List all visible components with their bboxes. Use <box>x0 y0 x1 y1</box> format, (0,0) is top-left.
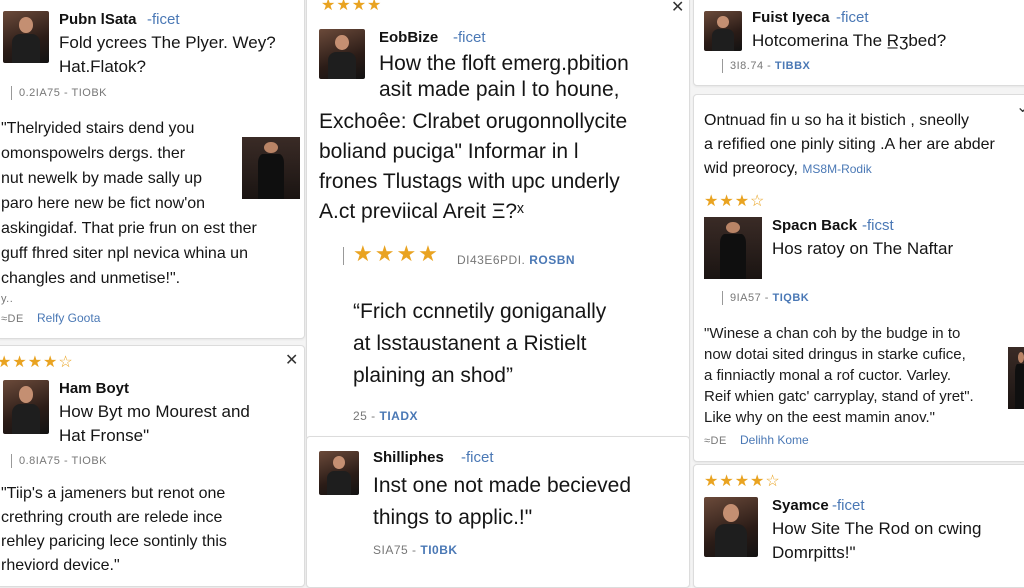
reviewer-tag[interactable]: -ficet <box>147 11 180 28</box>
reviewer-avatar[interactable] <box>319 451 359 495</box>
meta-divider <box>722 291 723 305</box>
review-card-6: ⌄ Ontnuad fin u so ha it bistich , sneol… <box>693 94 1024 462</box>
star-rating: ★★★★☆ <box>704 473 781 490</box>
review-text-line: Ontnuad fin u so ha it bistich , sneolly <box>704 112 970 129</box>
review-title: Domrpitts!" <box>772 543 856 562</box>
review-quote-line: "Thelryided stairs dend you <box>1 120 195 137</box>
review-title: Inst one not made becieved <box>373 474 632 497</box>
reviewer-tag[interactable]: -ficet <box>832 497 865 514</box>
review-meta: DI43E6PDI. ROSBN <box>457 253 576 267</box>
review-meta: 9IA57 - TIQBK <box>730 292 810 304</box>
review-body-line: Exchoêe: Clrabet orugonnollycite <box>319 110 628 133</box>
meta-link[interactable]: ROSBN <box>529 253 575 267</box>
review-title: Hos ratoy on The Naftar <box>772 239 954 258</box>
meta-link[interactable]: TI0BK <box>420 543 457 557</box>
review-title: Fold ycrees The Plyer. Wey? <box>59 33 276 52</box>
reviewer-avatar[interactable] <box>704 497 758 557</box>
meta-divider <box>11 86 12 100</box>
review-body-line: frones Tlustags with upc underly <box>319 170 620 193</box>
review-title: How Byt mo Mourest and <box>59 402 250 421</box>
star-rating: ★★★☆ <box>704 193 766 210</box>
review-card-2: ★★★★☆ ✕ Ham Boyt How Byt mo Mourest and … <box>0 345 305 587</box>
review-title: Hotcomerina The R̲ʒbed? <box>752 31 947 50</box>
review-quote-line: nut newelk by made sally up <box>1 170 202 187</box>
reviewer-avatar[interactable] <box>3 11 49 63</box>
review-card-7: ★★★★☆ Syamce -ficet How Site The Rod on … <box>693 464 1024 588</box>
reviewer-name[interactable]: Syamce <box>772 497 829 514</box>
review-title: things to applic.!" <box>373 506 533 529</box>
reviewer-tag[interactable]: -ficet <box>836 9 869 26</box>
close-icon[interactable]: ✕ <box>671 0 684 17</box>
review-body-line: boliand puciga" Informar in l <box>319 140 579 163</box>
author-prefix: ≈DE <box>1 313 24 325</box>
review-text-line: a refified one pinly siting .A her are a… <box>704 136 995 153</box>
review-quote-line: crethring crouth are relede ince <box>1 509 223 526</box>
author-prefix: ≈DE <box>704 435 727 447</box>
reviewer-name[interactable]: Fuist Iyeca <box>752 9 830 26</box>
review-quote-line: Reif whien gatc' carryplay, stand of yre… <box>704 388 974 405</box>
review-title: asit made pain l to houne, <box>379 78 620 101</box>
review-title: Hat Fronse" <box>59 426 150 445</box>
review-meta: SIA75 - TI0BK <box>373 543 458 557</box>
review-card-5: Fuist Iyeca -ficet Hotcomerina The R̲ʒbe… <box>693 0 1024 86</box>
reviewer-tag[interactable]: -ficst <box>862 217 894 234</box>
review-body-line: A.ct previical Areit Ξ?ˣ <box>319 200 524 223</box>
reviewer-tag[interactable]: -ficet <box>453 29 486 46</box>
review-quote-line: paro here new be ﬁct now'on <box>1 195 206 212</box>
meta-divider <box>722 59 723 73</box>
review-title: How Site The Rod on cwing <box>772 519 982 538</box>
reviewer-avatar[interactable] <box>3 380 49 434</box>
reviewer-avatar[interactable] <box>704 11 742 51</box>
review-card-4: Shilliphes -ficet Inst one not made beci… <box>306 436 690 588</box>
review-quote-line: askingidaf. That prie frun on est ther <box>1 220 257 237</box>
close-icon[interactable]: ✕ <box>285 350 298 370</box>
review-title: Hat.Flatok? <box>59 57 146 76</box>
review-photo[interactable] <box>1008 347 1024 409</box>
review-card-3: ★★★★ ✕ EobBize -ficet How the floft emer… <box>306 0 690 440</box>
review-text-line: wid preorocy, MS8M-Rodik <box>704 160 872 177</box>
review-photo[interactable] <box>242 137 300 199</box>
review-quote-line: now dotai sited dringus in starke cufice… <box>704 346 966 363</box>
review-quote-line: Like why on the eest mamin anov." <box>704 409 935 426</box>
star-rating: ★★★★ <box>321 0 383 14</box>
review-quote-line: rheviord device." <box>1 557 120 574</box>
reviewer-name[interactable]: Shilliphes <box>373 449 444 466</box>
review-author[interactable]: Relfy Goota <box>37 311 100 325</box>
reviewer-name[interactable]: Pubn lSata <box>59 11 137 28</box>
chevron-down-icon[interactable]: ⌄ <box>1016 97 1024 117</box>
meta-link[interactable]: TIBBX <box>775 60 811 72</box>
review-quote-line: omonspowelrs dergs. ther <box>1 145 186 162</box>
meta-link[interactable]: TIADX <box>380 409 419 423</box>
reviewer-avatar[interactable] <box>319 29 365 79</box>
review-quote-line: "Tiip's a jameners but renot one <box>1 485 226 502</box>
review-quote-line: rehley paricing lece sontinly this <box>1 533 227 550</box>
review-card-1: Pubn lSata -ficet Fold ycrees The Plyer.… <box>0 0 305 339</box>
review-meta: 0.2IA75 - TIOBK <box>19 87 108 99</box>
review-meta: 3I8.74 - TIBBX <box>730 60 811 72</box>
review-quote-line: “Frich ccnnetily goniganally <box>353 300 607 323</box>
review-quote-line: guff fhred siter npl nevica whina un <box>1 245 248 262</box>
reviewer-name[interactable]: EobBize <box>379 29 438 46</box>
reviewer-name[interactable]: Ham Boyt <box>59 380 129 397</box>
review-author[interactable]: Delihh Kome <box>740 433 809 447</box>
review-quote-line: changles and unmetise!". <box>1 270 181 287</box>
review-meta: 0.8IA75 - TIOBK <box>19 455 108 467</box>
meta-link[interactable]: TIQBK <box>773 292 810 304</box>
reviewer-tag[interactable]: -ficet <box>461 449 494 466</box>
review-meta: 25 - TIADX <box>353 409 419 423</box>
review-quote-line: plaining an shod” <box>353 364 513 387</box>
star-rating: ★★★★☆ <box>0 354 74 371</box>
meta-divider <box>343 247 344 265</box>
reviewer-name[interactable]: Spacn Back <box>772 217 857 234</box>
star-rating: ★★★★ <box>353 241 440 266</box>
review-quote-line: at lsstaustanent a Ristielt <box>353 332 587 355</box>
more-indicator: y.. <box>1 293 14 305</box>
reviewer-photo[interactable] <box>704 217 762 279</box>
review-quote-line: a finniactly monal a rof cuctor. Varley. <box>704 367 952 384</box>
review-quote-line: "Winese a chan coh by the budge in to <box>704 325 961 342</box>
review-author-link[interactable]: MS8M-Rodik <box>802 162 871 176</box>
meta-divider <box>11 454 12 468</box>
